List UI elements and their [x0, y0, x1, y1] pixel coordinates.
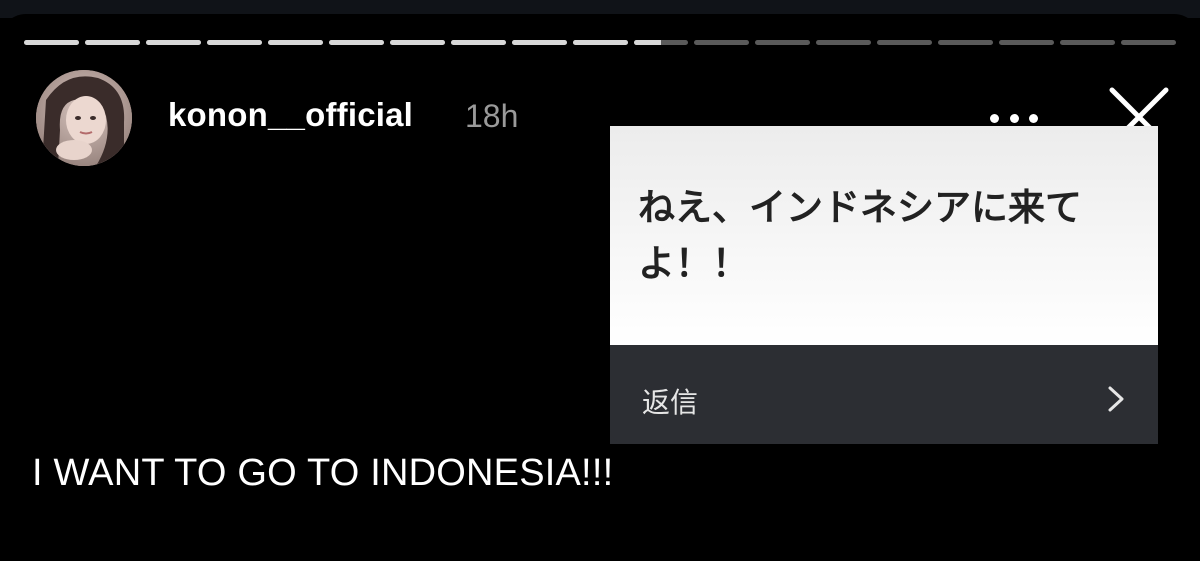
question-box: ねえ、インドネシアに来てよ！！ [610, 126, 1158, 345]
story-timestamp: 18h [465, 98, 519, 134]
reply-label: 返信 [642, 386, 699, 419]
more-horizontal-icon [990, 113, 999, 123]
progress-segment [816, 40, 872, 45]
question-text: ねえ、インドネシアに来てよ！！ [638, 186, 1082, 285]
progress-segment [877, 40, 933, 45]
more-dot [1009, 113, 1019, 123]
progress-segment [755, 40, 811, 45]
progress-segment [633, 40, 689, 45]
progress-fill [389, 40, 445, 45]
progress-segment [511, 40, 567, 45]
progress-segment [450, 40, 506, 45]
progress-fill [511, 40, 567, 45]
progress-segment [572, 40, 628, 45]
more-options-button[interactable] [990, 108, 1038, 128]
progress-fill [206, 40, 262, 45]
progress-segment [999, 40, 1055, 45]
progress-segment [145, 40, 201, 45]
progress-fill [450, 40, 506, 45]
progress-segment [938, 40, 994, 45]
progress-fill [145, 40, 201, 45]
progress-fill [572, 40, 628, 45]
more-dot [1029, 113, 1038, 123]
progress-fill [328, 40, 384, 45]
progress-fill [267, 40, 323, 45]
reply-row[interactable]: 返信 [610, 345, 1158, 444]
card-edge [1158, 126, 1180, 444]
story-caption: I WANT TO GO TO INDONESIA!!! [32, 452, 614, 494]
progress-segment [389, 40, 445, 45]
progress-segment [694, 40, 750, 45]
progress-fill [84, 40, 140, 45]
progress-segment [206, 40, 262, 45]
avatar[interactable] [36, 70, 132, 166]
story-progress-bar [24, 40, 1177, 45]
progress-fill [24, 40, 79, 45]
progress-segment [84, 40, 140, 45]
chevron-right-icon [1108, 386, 1124, 412]
progress-segment [1060, 40, 1116, 45]
progress-segment [328, 40, 384, 45]
story-username[interactable]: konon__official [168, 96, 413, 134]
avatar-photo [36, 70, 132, 166]
card-edge [580, 126, 610, 444]
progress-segment [1121, 40, 1177, 45]
question-sticker[interactable]: ねえ、インドネシアに来てよ！！ 返信 [580, 126, 1180, 444]
progress-segment [24, 40, 79, 45]
story-viewer: konon__official 18h ねえ、インドネシアに来てよ！！ 返信 I… [0, 0, 1200, 561]
progress-fill [633, 40, 661, 45]
progress-segment [267, 40, 323, 45]
